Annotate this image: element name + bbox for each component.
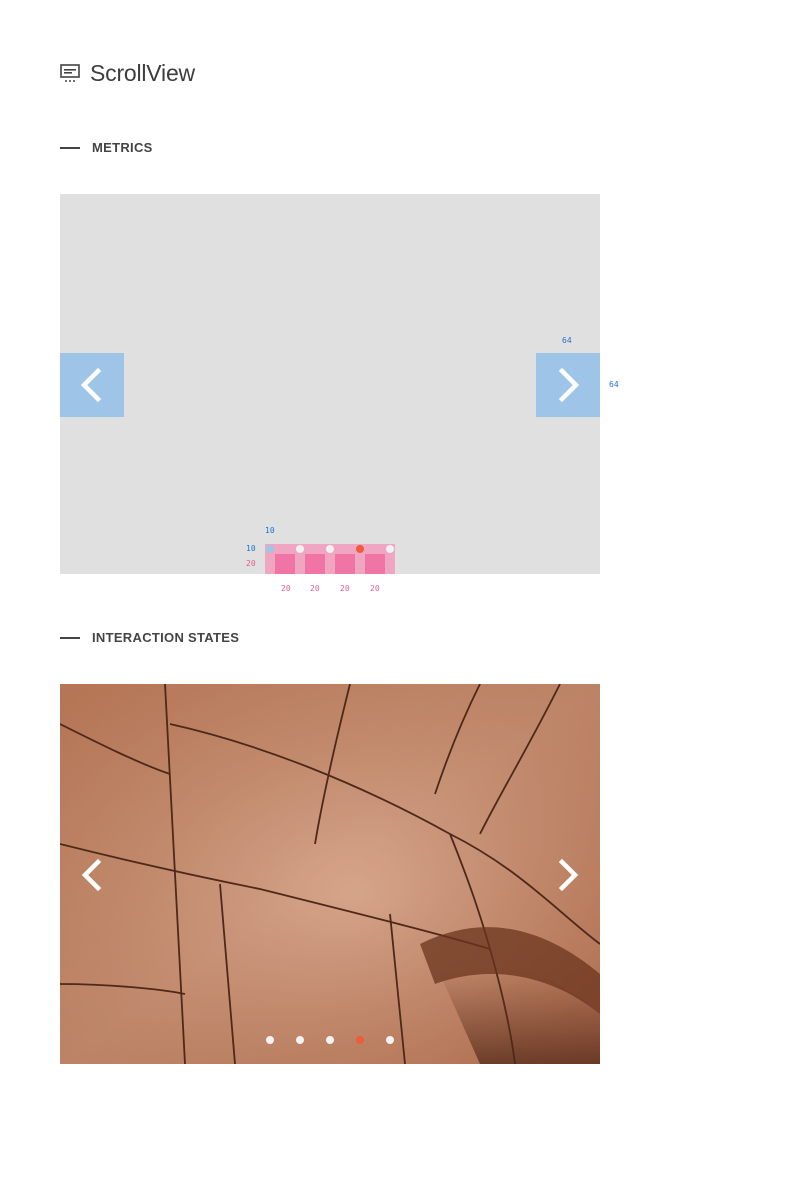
section-heading-interaction-states: INTERACTION STATES <box>60 630 239 645</box>
spacing-highlight <box>335 554 355 574</box>
spacing-highlight <box>275 554 295 574</box>
pagination-dot[interactable] <box>386 1036 394 1044</box>
metrics-scrollview: 64 64 10 10 20 <box>60 194 619 574</box>
pagination-metrics-overlay <box>265 544 395 574</box>
spacing-label: 20 <box>340 584 350 593</box>
spacing-highlight <box>365 554 385 574</box>
prev-arrow-button[interactable] <box>72 855 112 895</box>
section-heading-metrics: METRICS <box>60 140 153 155</box>
section-title: METRICS <box>92 140 153 155</box>
section-title: INTERACTION STATES <box>92 630 240 645</box>
chevron-left-icon <box>81 858 102 892</box>
pagination-dot <box>326 545 334 553</box>
prev-arrow-button[interactable] <box>60 353 124 417</box>
page-title: ScrollView <box>90 59 195 86</box>
spacing-label: 20 <box>281 584 291 593</box>
indicator-height-label: 20 <box>246 559 256 568</box>
pagination-dot <box>296 545 304 553</box>
indicator-left-offset-label: 10 <box>246 544 256 553</box>
pagination-dot[interactable] <box>326 1036 334 1044</box>
chevron-right-icon <box>558 858 579 892</box>
section-divider <box>60 146 80 149</box>
spacing-label: 20 <box>370 584 380 593</box>
section-divider <box>60 636 80 639</box>
page-header: ScrollView <box>60 58 195 88</box>
pagination-dot <box>386 545 394 553</box>
pagination-dot <box>266 545 274 553</box>
arrow-width-label: 64 <box>562 336 572 345</box>
interactive-scrollview[interactable] <box>60 684 600 1064</box>
chevron-right-icon <box>558 367 580 403</box>
chevron-left-icon <box>80 367 102 403</box>
spacing-label: 20 <box>310 584 320 593</box>
indicator-top-offset-label: 10 <box>265 526 275 535</box>
carousel-icon <box>60 62 82 84</box>
spacing-highlight <box>305 554 325 574</box>
arrow-height-label: 64 <box>609 380 619 389</box>
slide-image <box>60 684 600 1064</box>
next-arrow-button[interactable] <box>548 855 588 895</box>
pagination-dot[interactable] <box>266 1036 274 1044</box>
pagination-dot-active <box>356 545 364 553</box>
pagination-dot-active[interactable] <box>356 1036 364 1044</box>
pagination-dot[interactable] <box>296 1036 304 1044</box>
next-arrow-button[interactable] <box>536 353 600 417</box>
